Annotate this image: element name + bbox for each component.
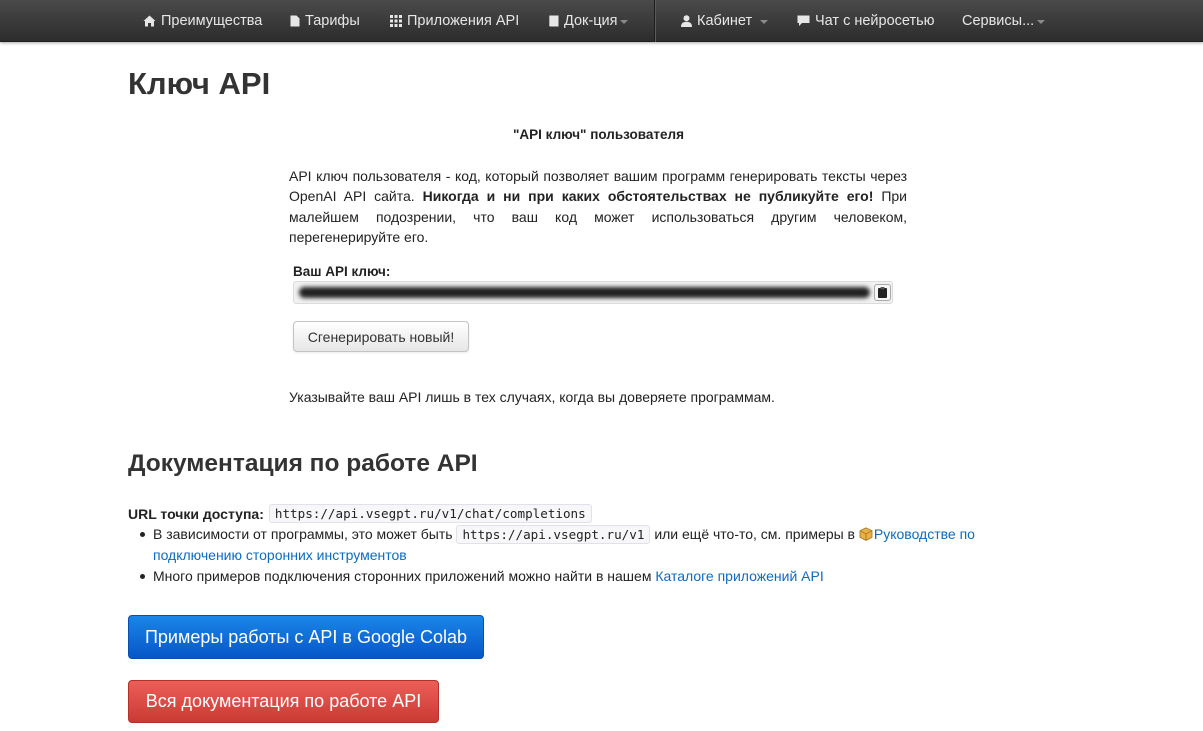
book-icon (549, 15, 559, 27)
list-item: Много примеров подключения сторонних при… (136, 566, 996, 586)
docs-section-title: Документация по работе API (128, 450, 478, 477)
endpoint-row: URL точки доступа: https://api.vsegpt.ru… (128, 504, 592, 523)
nav-divider (654, 0, 656, 42)
package-icon (859, 527, 873, 541)
grid-icon (390, 15, 402, 27)
api-key-description: API ключ пользователя - код, который поз… (289, 166, 907, 248)
endpoint-url: https://api.vsegpt.ru/v1/chat/completion… (268, 504, 592, 523)
colab-examples-button[interactable]: Примеры работы с API в Google Colab (128, 615, 484, 659)
page-title: Ключ API (128, 66, 271, 101)
nav-api-apps-label: Приложения API (407, 13, 520, 29)
api-key-heading: "API ключ" пользователя (513, 127, 684, 142)
endpoint-label: URL точки доступа: (128, 505, 264, 522)
nav-services-label: Сервисы... (962, 13, 1035, 29)
nav-docs-label: Док-ция (564, 13, 618, 29)
file-icon (290, 15, 300, 27)
nav-services-dropdown[interactable]: Сервисы... (962, 0, 1046, 42)
top-navbar: Преимущества Тарифы Приложения API Док-ц… (0, 0, 1203, 42)
apps-catalog-link[interactable]: Каталоге приложений API (655, 568, 823, 584)
docs-bullet-list: В зависимости от программы, это может бы… (136, 524, 996, 586)
list-item: В зависимости от программы, это может бы… (136, 524, 996, 566)
nav-pricing[interactable]: Тарифы (290, 0, 360, 42)
bullet2-text: Много примеров подключения сторонних при… (153, 567, 652, 584)
nav-benefits-label: Преимущества (161, 13, 263, 29)
chevron-down-icon (760, 20, 769, 24)
home-icon (143, 15, 156, 27)
api-key-masked-value (299, 287, 870, 298)
nav-ai-chat-label: Чат с нейросетью (815, 13, 935, 29)
copy-key-button[interactable] (874, 284, 891, 301)
nav-cabinet-label: Кабинет (697, 13, 753, 29)
base-url-code: https://api.vsegpt.ru/v1 (456, 525, 651, 544)
nav-benefits[interactable]: Преимущества (143, 0, 262, 42)
nav-ai-chat[interactable]: Чат с нейросетью (797, 0, 935, 42)
chevron-down-icon (620, 20, 629, 24)
nav-docs-dropdown[interactable]: Док-ция (549, 0, 629, 42)
chat-icon (797, 15, 810, 26)
trust-note: Указывайте ваш API лишь в тех случаях, к… (289, 389, 775, 405)
bullet1-text2: или ещё что-то, см. примеры в (654, 526, 855, 542)
description-warning: Никогда и ни при каких обстоятельствах н… (422, 188, 874, 205)
api-key-field[interactable] (293, 281, 893, 304)
regenerate-key-button[interactable]: Сгенерировать новый! (293, 321, 469, 352)
bullet1-text: В зависимости от программы, это может бы… (153, 526, 453, 542)
chevron-down-icon (1037, 20, 1046, 24)
nav-api-apps[interactable]: Приложения API (390, 0, 519, 42)
nav-pricing-label: Тарифы (305, 13, 360, 29)
nav-cabinet-dropdown[interactable]: Кабинет (681, 0, 769, 42)
all-docs-button[interactable]: Вся документация по работе API (128, 680, 439, 723)
clipboard-icon (878, 287, 887, 298)
api-key-label: Ваш API ключ: (293, 264, 391, 279)
user-icon (681, 15, 692, 27)
